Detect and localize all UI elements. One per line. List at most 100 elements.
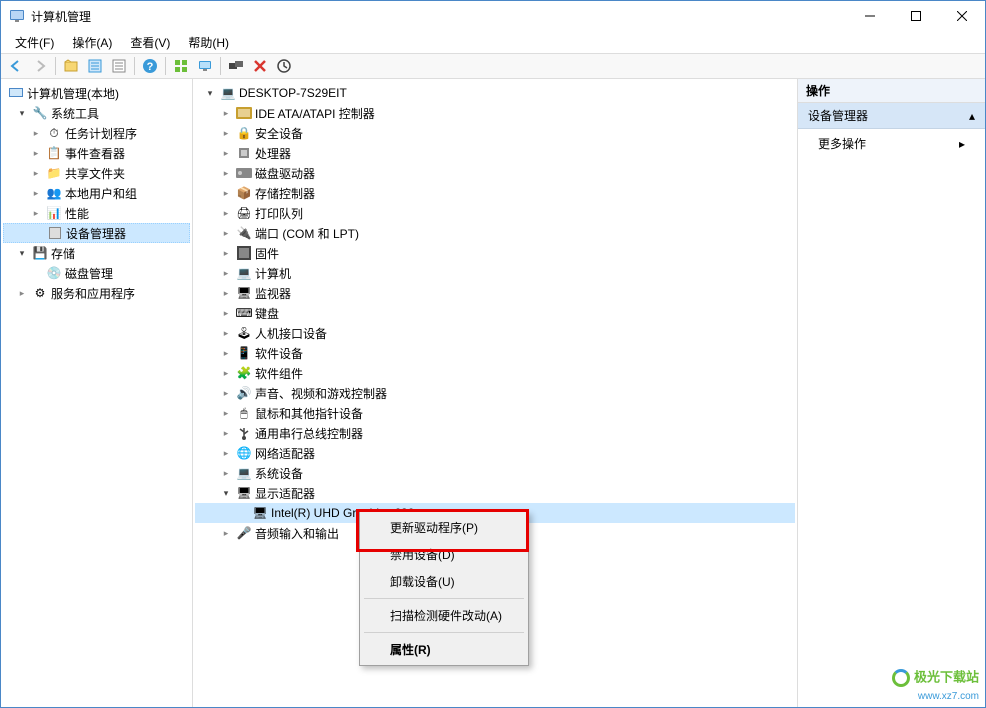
collapse-icon[interactable]: ▴ <box>969 109 975 123</box>
chevron-right-icon[interactable]: ▸ <box>219 266 233 280</box>
dev-keyboards[interactable]: ▸⌨键盘 <box>195 303 795 323</box>
menu-file[interactable]: 文件(F) <box>7 32 62 53</box>
chevron-right-icon[interactable]: ▸ <box>219 426 233 440</box>
menu-action[interactable]: 操作(A) <box>64 32 120 53</box>
ctx-properties[interactable]: 属性(R) <box>362 636 526 663</box>
up-button[interactable] <box>60 55 82 77</box>
chevron-right-icon[interactable]: ▸ <box>29 166 43 180</box>
scan-button[interactable] <box>273 55 295 77</box>
actions-section[interactable]: 设备管理器 ▴ <box>798 103 985 129</box>
tree-root[interactable]: 计算机管理(本地) <box>3 83 190 103</box>
chevron-right-icon[interactable]: ▸ <box>219 326 233 340</box>
actions-more[interactable]: 更多操作 ▸ <box>798 129 985 158</box>
chevron-right-icon[interactable]: ▸ <box>29 206 43 220</box>
ctx-uninstall-device[interactable]: 卸载设备(U) <box>362 568 526 595</box>
dev-security[interactable]: ▸🔒安全设备 <box>195 123 795 143</box>
dev-storage-ctrl[interactable]: ▸📦存储控制器 <box>195 183 795 203</box>
chevron-right-icon[interactable]: ▸ <box>219 186 233 200</box>
performance-icon: 📊 <box>46 205 62 221</box>
dev-system-devices[interactable]: ▸💻系统设备 <box>195 463 795 483</box>
dev-network[interactable]: ▸🌐网络适配器 <box>195 443 795 463</box>
users-icon: 👥 <box>46 185 62 201</box>
maximize-button[interactable] <box>893 1 939 31</box>
view-icons-button[interactable] <box>170 55 192 77</box>
tree-services-apps[interactable]: ▸⚙服务和应用程序 <box>3 283 190 303</box>
chevron-right-icon[interactable]: ▸ <box>219 226 233 240</box>
chevron-down-icon[interactable]: ▾ <box>219 486 233 500</box>
minimize-button[interactable] <box>847 1 893 31</box>
chevron-right-icon[interactable]: ▸ <box>219 126 233 140</box>
close-button[interactable] <box>939 1 985 31</box>
chevron-right-icon[interactable]: ▸ <box>219 246 233 260</box>
dev-software-devices[interactable]: ▸📱软件设备 <box>195 343 795 363</box>
properties-button[interactable] <box>84 55 106 77</box>
nav-back-button[interactable] <box>5 55 27 77</box>
cpu-icon <box>236 145 252 161</box>
hid-icon: 🕹 <box>236 325 252 341</box>
chevron-right-icon[interactable]: ▸ <box>219 406 233 420</box>
chevron-right-icon[interactable]: ▸ <box>219 146 233 160</box>
dev-mice[interactable]: ▸🖱鼠标和其他指针设备 <box>195 403 795 423</box>
chevron-down-icon[interactable]: ▾ <box>15 246 29 260</box>
chevron-down-icon[interactable]: ▾ <box>15 106 29 120</box>
tree-system-tools[interactable]: ▾🔧系统工具 <box>3 103 190 123</box>
chevron-right-icon[interactable]: ▸ <box>15 286 29 300</box>
tree-shared-folders[interactable]: ▸📁共享文件夹 <box>3 163 190 183</box>
console-tree: 计算机管理(本地) ▾🔧系统工具 ▸⏱任务计划程序 ▸📋事件查看器 ▸📁共享文件… <box>1 79 193 707</box>
ctx-update-driver[interactable]: 更新驱动程序(P) <box>362 514 526 541</box>
chevron-right-icon[interactable]: ▸ <box>219 366 233 380</box>
ctx-disable-device[interactable]: 禁用设备(D) <box>362 541 526 568</box>
dev-processors[interactable]: ▸处理器 <box>195 143 795 163</box>
printer-icon: 🖨 <box>236 205 252 221</box>
display-adapter-icon: 🖥 <box>236 485 252 501</box>
tree-task-scheduler[interactable]: ▸⏱任务计划程序 <box>3 123 190 143</box>
dev-computers[interactable]: ▸💻计算机 <box>195 263 795 283</box>
tree-device-manager[interactable]: 设备管理器 <box>3 223 190 243</box>
chevron-down-icon[interactable]: ▾ <box>203 86 217 100</box>
tree-storage[interactable]: ▾💾存储 <box>3 243 190 263</box>
menu-view[interactable]: 查看(V) <box>122 32 178 53</box>
chevron-right-icon[interactable]: ▸ <box>29 186 43 200</box>
chevron-right-icon[interactable]: ▸ <box>219 106 233 120</box>
chevron-right-icon[interactable]: ▸ <box>219 206 233 220</box>
tree-performance[interactable]: ▸📊性能 <box>3 203 190 223</box>
chevron-right-icon[interactable]: ▸ <box>29 146 43 160</box>
dev-print-queues[interactable]: ▸🖨打印队列 <box>195 203 795 223</box>
dev-hid[interactable]: ▸🕹人机接口设备 <box>195 323 795 343</box>
dev-disk-drives[interactable]: ▸磁盘驱动器 <box>195 163 795 183</box>
dev-firmware[interactable]: ▸固件 <box>195 243 795 263</box>
dev-ports[interactable]: ▸🔌端口 (COM 和 LPT) <box>195 223 795 243</box>
dev-sound[interactable]: ▸🔊声音、视频和游戏控制器 <box>195 383 795 403</box>
chevron-right-icon[interactable]: ▸ <box>219 466 233 480</box>
dev-usb[interactable]: ▸通用串行总线控制器 <box>195 423 795 443</box>
menu-help[interactable]: 帮助(H) <box>180 32 237 53</box>
dev-ide[interactable]: ▸IDE ATA/ATAPI 控制器 <box>195 103 795 123</box>
ctx-scan-hardware[interactable]: 扫描检测硬件改动(A) <box>362 602 526 629</box>
chevron-right-icon[interactable]: ▸ <box>29 126 43 140</box>
ide-icon <box>236 105 252 121</box>
chevron-right-icon[interactable]: ▸ <box>219 446 233 460</box>
list-button[interactable] <box>108 55 130 77</box>
chevron-right-icon[interactable]: ▸ <box>219 346 233 360</box>
monitor-button[interactable] <box>194 55 216 77</box>
tree-event-viewer[interactable]: ▸📋事件查看器 <box>3 143 190 163</box>
tree-local-users[interactable]: ▸👥本地用户和组 <box>3 183 190 203</box>
help-button[interactable]: ? <box>139 55 161 77</box>
event-icon: 📋 <box>46 145 62 161</box>
dev-software-components[interactable]: ▸🧩软件组件 <box>195 363 795 383</box>
chevron-right-icon: ▸ <box>959 137 965 151</box>
dev-computer[interactable]: ▾💻DESKTOP-7S29EIT <box>195 83 795 103</box>
dev-display-adapters[interactable]: ▾🖥显示适配器 <box>195 483 795 503</box>
delete-button[interactable] <box>249 55 271 77</box>
nav-forward-button[interactable] <box>29 55 51 77</box>
chevron-right-icon[interactable]: ▸ <box>219 526 233 540</box>
chevron-right-icon[interactable]: ▸ <box>219 306 233 320</box>
chevron-right-icon[interactable]: ▸ <box>219 166 233 180</box>
pc-icon: 💻 <box>236 265 252 281</box>
chevron-right-icon[interactable]: ▸ <box>219 386 233 400</box>
menubar: 文件(F) 操作(A) 查看(V) 帮助(H) <box>1 31 985 53</box>
computers-button[interactable] <box>225 55 247 77</box>
dev-monitors[interactable]: ▸🖥监视器 <box>195 283 795 303</box>
chevron-right-icon[interactable]: ▸ <box>219 286 233 300</box>
tree-disk-management[interactable]: 💿磁盘管理 <box>3 263 190 283</box>
